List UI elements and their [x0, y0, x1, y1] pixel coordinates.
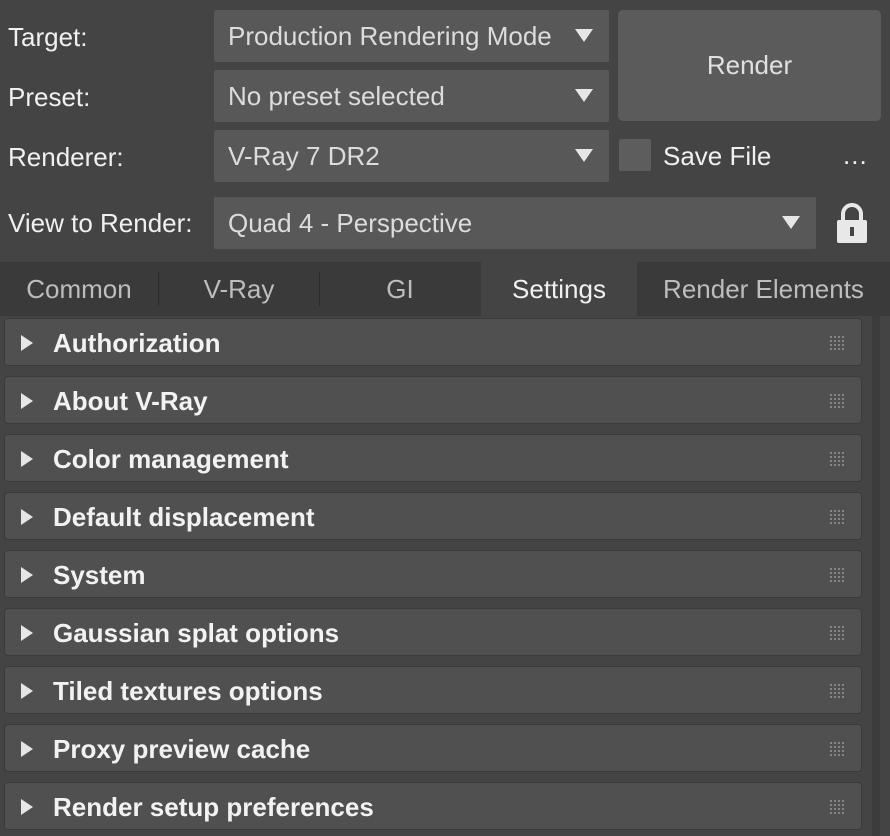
- chevron-down-icon: [575, 149, 593, 162]
- expand-triangle-icon: [21, 335, 33, 351]
- render-setup-header: Target: Production Rendering Mode Preset…: [0, 0, 890, 262]
- settings-panel: Authorization About V-Ray Color manageme…: [0, 316, 890, 836]
- save-file-label[interactable]: Save File: [663, 141, 771, 171]
- rollout-system[interactable]: System: [4, 550, 862, 598]
- renderer-dropdown[interactable]: V-Ray 7 DR2: [214, 130, 609, 182]
- renderer-value: V-Ray 7 DR2: [228, 141, 380, 171]
- tab-bar: Common V-Ray GI Settings Render Elements: [0, 262, 890, 316]
- drag-grip-icon[interactable]: [829, 683, 845, 699]
- renderer-label: Renderer:: [8, 142, 124, 172]
- drag-grip-icon[interactable]: [829, 451, 845, 467]
- chevron-down-icon: [782, 216, 800, 229]
- preset-label: Preset:: [8, 82, 91, 112]
- target-label: Target:: [8, 22, 88, 52]
- chevron-down-icon: [575, 89, 593, 102]
- drag-grip-icon[interactable]: [829, 509, 845, 525]
- rollout-title: Gaussian splat options: [53, 618, 340, 648]
- tab-common[interactable]: Common: [0, 262, 158, 316]
- tab-gi[interactable]: GI: [320, 262, 480, 316]
- rollout-title: System: [53, 560, 146, 590]
- expand-triangle-icon: [21, 451, 33, 467]
- rollout-proxy-preview-cache[interactable]: Proxy preview cache: [4, 724, 862, 772]
- rollout-render-setup-preferences[interactable]: Render setup preferences: [4, 782, 862, 830]
- drag-grip-icon[interactable]: [829, 741, 845, 757]
- chevron-down-icon: [575, 29, 593, 42]
- rollout-title: Authorization: [53, 328, 221, 358]
- lock-icon[interactable]: [834, 202, 870, 244]
- rollout-title: Tiled textures options: [53, 676, 323, 706]
- rollout-about-vray[interactable]: About V-Ray: [4, 376, 862, 424]
- tab-settings[interactable]: Settings: [481, 262, 637, 316]
- drag-grip-icon[interactable]: [829, 393, 845, 409]
- render-button[interactable]: Render: [618, 10, 881, 121]
- rollout-title: About V-Ray: [53, 386, 208, 416]
- rollout-title: Render setup preferences: [53, 792, 374, 822]
- target-dropdown[interactable]: Production Rendering Mode: [214, 10, 609, 62]
- save-file-browse-button[interactable]: ...: [843, 140, 868, 170]
- rollout-color-management[interactable]: Color management: [4, 434, 862, 482]
- preset-value: No preset selected: [228, 81, 445, 111]
- expand-triangle-icon: [21, 567, 33, 583]
- drag-grip-icon[interactable]: [829, 335, 845, 351]
- drag-grip-icon[interactable]: [829, 799, 845, 815]
- rollout-tiled-textures-options[interactable]: Tiled textures options: [4, 666, 862, 714]
- expand-triangle-icon: [21, 799, 33, 815]
- rollout-title: Proxy preview cache: [53, 734, 311, 764]
- tab-render-elements[interactable]: Render Elements: [637, 262, 890, 316]
- expand-triangle-icon: [21, 683, 33, 699]
- rollout-title: Default displacement: [53, 502, 315, 532]
- rollout-title: Color management: [53, 444, 289, 474]
- rollout-default-displacement[interactable]: Default displacement: [4, 492, 862, 540]
- scrollbar[interactable]: [872, 316, 880, 836]
- expand-triangle-icon: [21, 393, 33, 409]
- rollout-authorization[interactable]: Authorization: [4, 318, 862, 366]
- expand-triangle-icon: [21, 625, 33, 641]
- tab-vray[interactable]: V-Ray: [159, 262, 319, 316]
- preset-dropdown[interactable]: No preset selected: [214, 70, 609, 122]
- view-to-render-dropdown[interactable]: Quad 4 - Perspective: [214, 197, 816, 249]
- drag-grip-icon[interactable]: [829, 567, 845, 583]
- save-file-checkbox[interactable]: [619, 139, 651, 171]
- view-to-render-value: Quad 4 - Perspective: [228, 208, 473, 238]
- view-to-render-label: View to Render:: [8, 208, 193, 238]
- target-value: Production Rendering Mode: [228, 21, 552, 51]
- expand-triangle-icon: [21, 741, 33, 757]
- expand-triangle-icon: [21, 509, 33, 525]
- drag-grip-icon[interactable]: [829, 625, 845, 641]
- rollout-gaussian-splat-options[interactable]: Gaussian splat options: [4, 608, 862, 656]
